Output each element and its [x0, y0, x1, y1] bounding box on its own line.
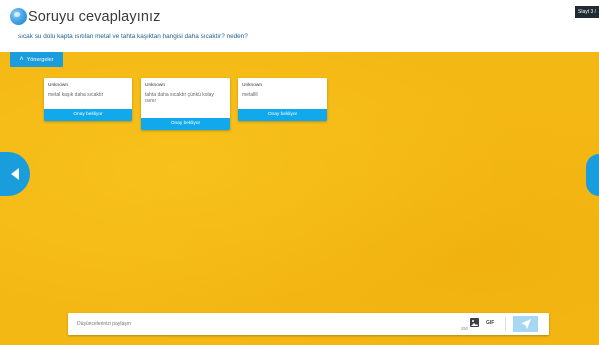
instructions-label: Yönergeler: [26, 56, 54, 63]
slide-badge: Slayt 3 /: [575, 6, 599, 18]
response-author: Unknown: [48, 83, 68, 88]
divider: [505, 317, 506, 331]
caret-left-icon: [10, 168, 19, 180]
question-text: sıcak su dolu kapta ısıtılan metal ve ta…: [18, 33, 248, 40]
response-text: tahta daha sıcaktır çünkü kolay ısınır: [145, 92, 214, 104]
response-author: Unknown: [242, 83, 262, 88]
response-card[interactable]: Unknown tahta daha sıcaktır çünkü kolay …: [141, 78, 230, 130]
send-button[interactable]: [513, 316, 538, 332]
response-text: metallll: [242, 92, 258, 98]
title-group: Soruyu cevaplayınız: [10, 8, 160, 25]
response-author: Unknown: [145, 83, 165, 88]
response-input[interactable]: [77, 313, 437, 335]
page-header: Soruyu cevaplayınız sıcak su dolu kapta …: [0, 0, 599, 52]
image-icon[interactable]: [470, 318, 479, 327]
status-bar: Onay bekliyor: [238, 109, 327, 121]
response-composer: 250 GIF: [68, 313, 549, 335]
character-count: 250: [461, 326, 468, 331]
instructions-button[interactable]: ˄ Yönergeler: [10, 52, 63, 67]
paper-plane-icon: [520, 319, 531, 329]
status-bar: Onay bekliyor: [141, 118, 230, 130]
status-bar: Onay bekliyor: [44, 109, 132, 121]
gif-button[interactable]: GIF: [486, 320, 494, 326]
next-slide-button[interactable]: [586, 154, 599, 196]
page-title: Soruyu cevaplayınız: [28, 8, 161, 25]
response-card[interactable]: Unknown metallll Onay bekliyor: [238, 78, 327, 121]
response-text: metal kaşık daha sıcaktır: [48, 92, 104, 98]
globe-icon: [10, 8, 27, 25]
chevron-up-icon: ˄: [19, 56, 24, 63]
response-card[interactable]: Unknown metal kaşık daha sıcaktır Onay b…: [44, 78, 132, 121]
